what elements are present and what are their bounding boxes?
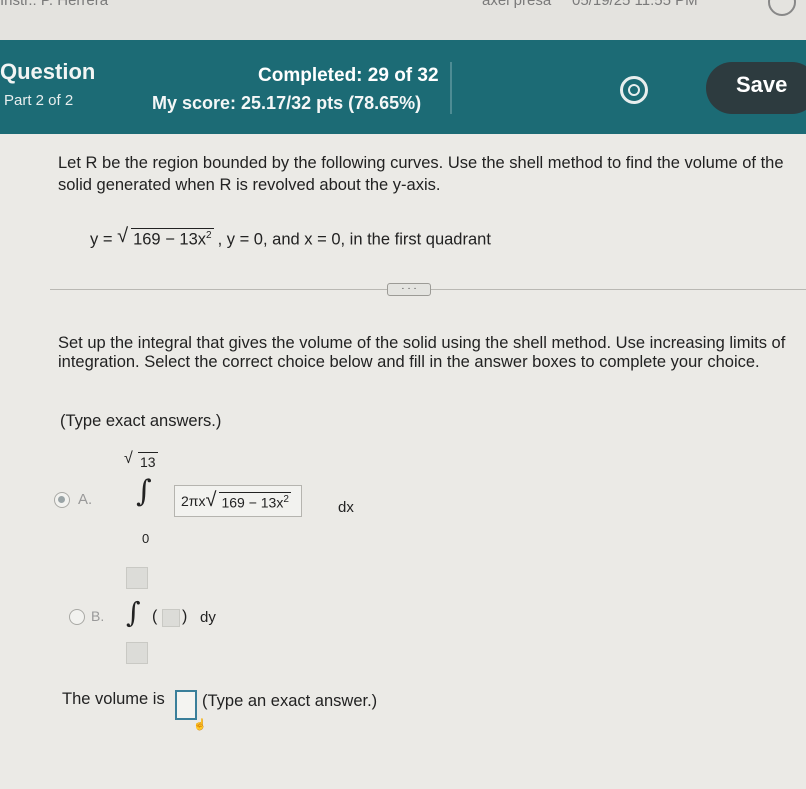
pointer-cursor-icon: ☝ xyxy=(193,719,207,731)
left-paren: ( xyxy=(152,608,158,625)
question-content: Let R be the region bounded by the follo… xyxy=(0,134,806,789)
header-divider xyxy=(450,62,452,114)
volume-label: The volume is xyxy=(62,690,165,708)
page-title: Question xyxy=(0,59,96,84)
top-strip: Instr.: P. Herrera axel presa 05/19/25 1… xyxy=(0,0,806,40)
differential-dx: dx xyxy=(338,499,354,516)
instructions-text: Set up the integral that gives the volum… xyxy=(58,334,786,371)
part-indicator: Part 2 of 2 xyxy=(4,92,74,109)
upper-limit-field[interactable]: 13 xyxy=(124,450,162,470)
option-b-integral-sign: ∫ xyxy=(126,596,141,629)
save-button[interactable]: Save xyxy=(706,62,806,114)
volume-type-note: (Type an exact answer.) xyxy=(202,692,378,710)
option-b-letter: B. xyxy=(91,608,105,624)
differential-dy: dy xyxy=(200,609,216,626)
type-exact-note: (Type exact answers.) xyxy=(60,412,222,430)
score-text: My score: 25.17/32 pts (78.65%) xyxy=(152,93,422,113)
integrand-field[interactable]: 2πx 169 − 13x2 xyxy=(174,485,302,517)
volume-answer-input[interactable] xyxy=(175,690,197,720)
gear-icon[interactable] xyxy=(620,76,648,104)
sqrt-expression: 169 − 13x2 xyxy=(117,225,214,250)
student-name: axel presa xyxy=(482,0,552,9)
question-header: Question Part 2 of 2 Completed: 29 of 32… xyxy=(0,40,806,134)
help-circle-icon[interactable] xyxy=(768,0,796,16)
problem-statement: Let R be the region bounded by the follo… xyxy=(58,154,784,194)
completed-count: Completed: 29 of 32 xyxy=(258,65,439,86)
option-b-radio[interactable] xyxy=(69,609,85,625)
lower-limit-field[interactable]: 0 xyxy=(142,531,149,546)
instructor-label: Instr.: P. Herrera xyxy=(0,0,109,9)
option-a-radio[interactable] xyxy=(54,492,70,508)
datetime: 05/19/25 11:55 PM xyxy=(572,0,698,9)
expand-button[interactable]: · · · xyxy=(387,283,431,296)
right-paren: ) xyxy=(182,608,188,625)
option-b-lower-limit[interactable] xyxy=(126,642,148,664)
option-b-integrand[interactable] xyxy=(162,609,180,627)
option-b-upper-limit[interactable] xyxy=(126,567,148,589)
option-a-letter: A. xyxy=(78,491,93,508)
integral-sign: ∫ xyxy=(136,474,152,509)
curve-equation: y = 169 − 13x2, y = 0, and x = 0, in the… xyxy=(90,225,491,250)
